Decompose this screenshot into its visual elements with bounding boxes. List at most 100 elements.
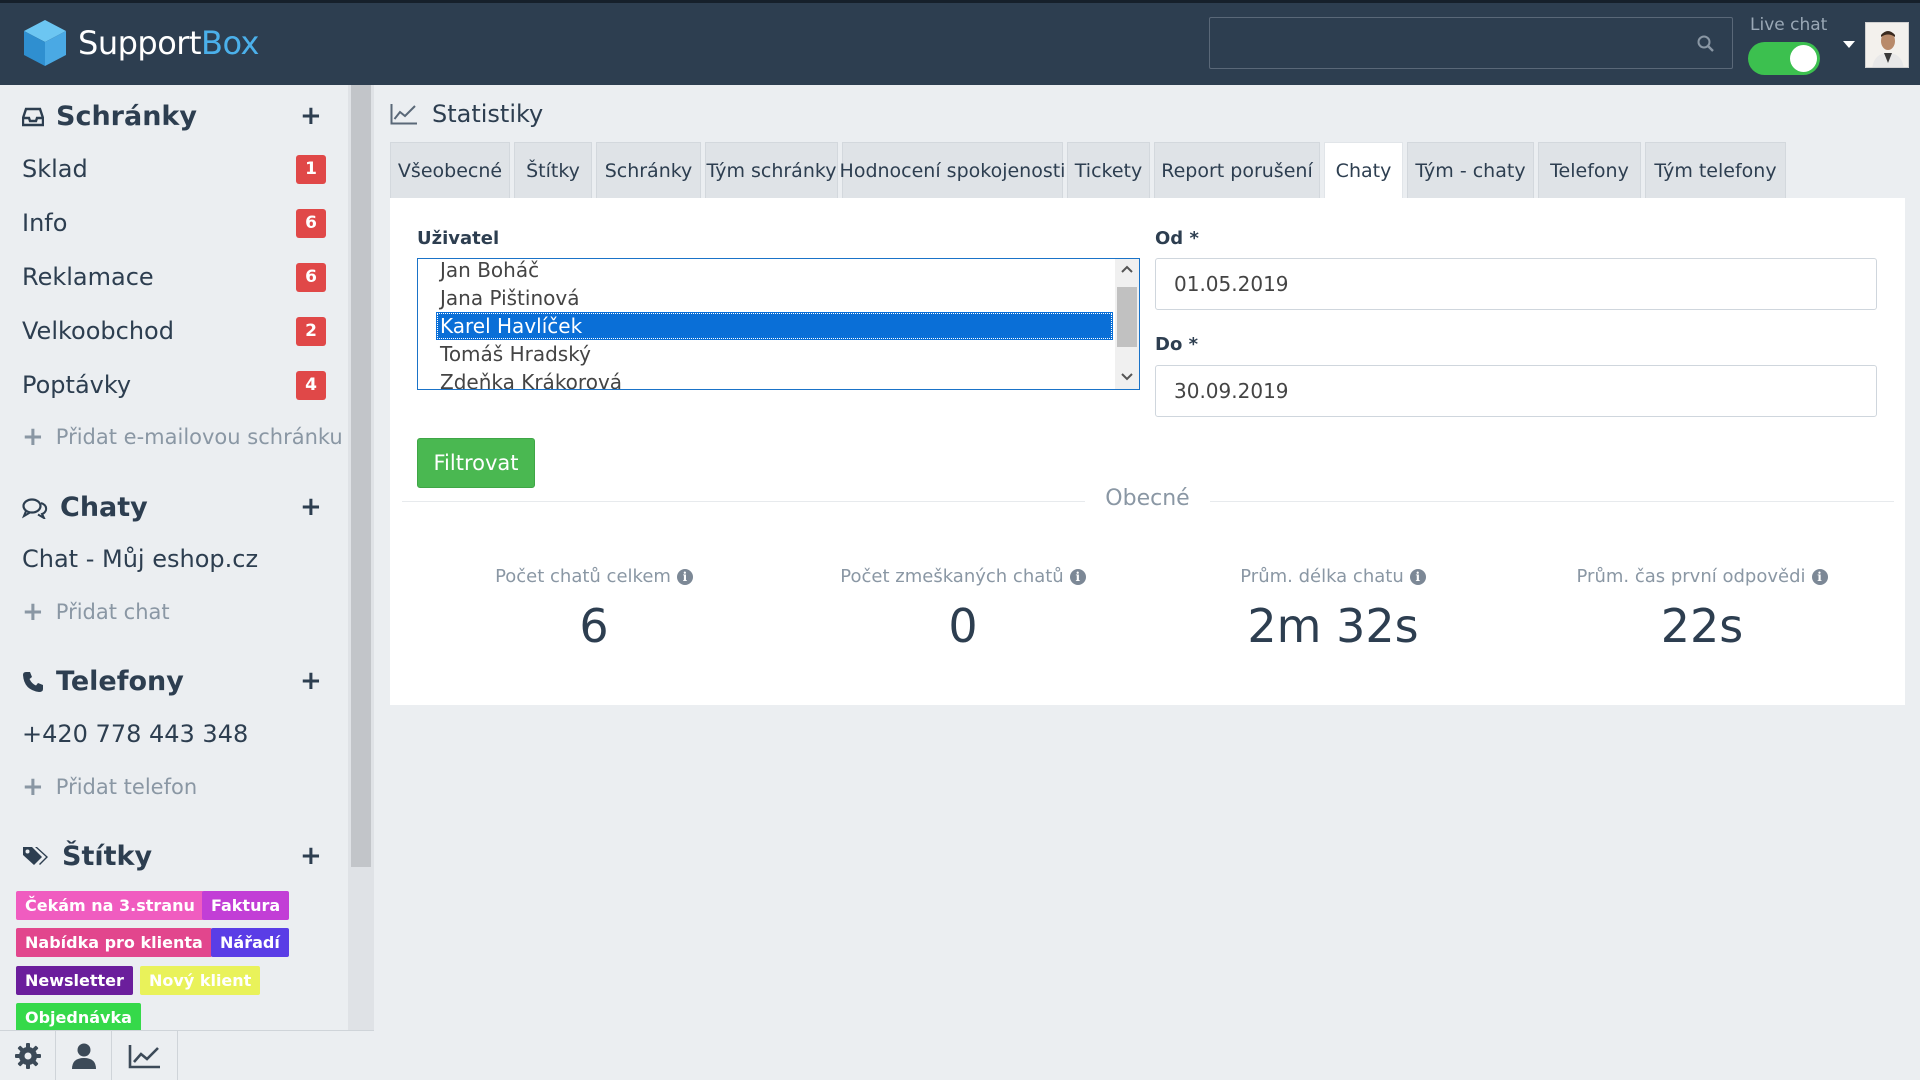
sidebar-item-velkoobchod[interactable]: Velkoobchod [22, 317, 174, 345]
phone-icon [23, 671, 43, 692]
stat-avg-first-response: Prům. čas první odpovědi i 22s [1517, 566, 1887, 653]
user-option[interactable]: Jana Pištinová [436, 284, 1116, 312]
chart-line-icon [390, 104, 417, 125]
toggle-knob [1790, 45, 1817, 72]
chats-heading[interactable]: Chaty [22, 492, 148, 523]
logo[interactable]: SupportBox [22, 18, 259, 68]
stat-value: 2m 32s [1247, 599, 1419, 653]
chevron-up-icon[interactable] [1121, 265, 1133, 273]
top-bar: SupportBox Live chat [0, 0, 1920, 85]
user-option[interactable]: Jan Boháč [436, 259, 1116, 284]
tag-cekam[interactable]: Čekám na 3.stranu [16, 891, 204, 920]
tab-tym-chaty[interactable]: Tým - chaty [1407, 142, 1534, 198]
sidebar: Schránky + Sklad 1 Info 6 Reklamace 6 Ve… [0, 85, 348, 1030]
tag-objednavka[interactable]: Objednávka [16, 1003, 141, 1030]
statistics-button[interactable] [112, 1031, 178, 1080]
user-button[interactable] [56, 1031, 112, 1080]
stat-value: 0 [948, 599, 978, 653]
chevron-down-icon[interactable] [1121, 373, 1133, 381]
sidebar-item-reklamace[interactable]: Reklamace [22, 263, 154, 291]
add-mailbox-button[interactable]: + [300, 103, 322, 129]
tags-icon [23, 846, 48, 865]
user-option[interactable]: Zdeňka Krákorová [436, 368, 1116, 389]
add-chat-button[interactable]: + [300, 494, 322, 520]
section-label: Obecné [1105, 486, 1190, 511]
page-title: Statistiky [390, 100, 543, 128]
user-listbox[interactable]: Jan Boháč Jana Pištinová Karel Havlíček … [417, 258, 1140, 390]
sidebar-item-poptavky[interactable]: Poptávky [22, 371, 131, 399]
settings-button[interactable] [0, 1031, 56, 1080]
sidebar-scrollbar[interactable] [348, 85, 374, 1080]
phones-heading[interactable]: Telefony [22, 666, 184, 697]
livechat-toggle[interactable] [1748, 42, 1820, 75]
tab-schranky[interactable]: Schránky [596, 142, 701, 198]
plus-icon: + [22, 422, 44, 452]
search-input[interactable] [1209, 17, 1733, 69]
tab-report-poruseni[interactable]: Report porušení [1154, 142, 1320, 198]
chat-bubbles-icon [22, 497, 48, 519]
add-chat-link[interactable]: + Přidat chat [22, 599, 170, 625]
listbox-scrollbar-thumb[interactable] [1117, 287, 1137, 347]
listbox-scrollbar[interactable] [1115, 259, 1139, 389]
user-label: Uživatel [417, 228, 500, 249]
chevron-down-icon[interactable] [1843, 41, 1855, 48]
search-icon[interactable] [1696, 34, 1716, 54]
stat-avg-chat-length: Prům. délka chatu i 2m 32s [1148, 566, 1518, 653]
logo-text: SupportBox [78, 24, 259, 62]
add-tag-button[interactable]: + [300, 843, 322, 869]
livechat-label: Live chat [1750, 15, 1828, 35]
info-icon[interactable]: i [1069, 568, 1086, 585]
sidebar-item-sklad[interactable]: Sklad [22, 155, 88, 183]
stat-total-chats: Počet chatů celkem i 6 [409, 566, 779, 653]
sidebar-item-chat-eshop[interactable]: Chat - Můj eshop.cz [22, 545, 258, 573]
chart-line-icon [128, 1045, 160, 1069]
tag-faktura[interactable]: Faktura [202, 891, 290, 920]
inbox-icon [22, 107, 44, 126]
plus-icon: + [22, 597, 44, 627]
tab-tym-schranky[interactable]: Tým schránky [705, 142, 838, 198]
divider-line [402, 501, 1085, 502]
tab-tym-telefony[interactable]: Tým telefony [1645, 142, 1786, 198]
scrollbar-thumb[interactable] [351, 85, 371, 867]
info-icon[interactable]: i [676, 568, 693, 585]
filter-button[interactable]: Filtrovat [417, 438, 535, 488]
mailboxes-heading[interactable]: Schránky [22, 101, 197, 132]
add-mailbox-link[interactable]: + Přidat e-mailovou schránku [22, 424, 343, 450]
stat-value: 6 [579, 599, 609, 653]
gear-icon [14, 1043, 41, 1069]
avatar[interactable] [1865, 22, 1909, 68]
count-badge: 4 [296, 371, 326, 400]
tab-telefony[interactable]: Telefony [1538, 142, 1641, 198]
info-icon[interactable]: i [1409, 568, 1426, 585]
tab-chaty[interactable]: Chaty [1324, 142, 1403, 199]
count-badge: 1 [296, 155, 326, 184]
count-badge: 6 [296, 209, 326, 238]
count-badge: 6 [296, 263, 326, 292]
cube-logo-icon [24, 20, 66, 66]
from-label: Od * [1155, 228, 1199, 249]
add-phone-link[interactable]: + Přidat telefon [22, 774, 197, 800]
stat-value: 22s [1660, 599, 1744, 653]
stat-missed-chats: Počet zmeškaných chatů i 0 [778, 566, 1148, 653]
sidebar-item-phone[interactable]: +420 778 443 348 [22, 720, 248, 748]
tag-novy-klient[interactable]: Nový klient [140, 966, 261, 995]
tag-newsletter[interactable]: Newsletter [16, 966, 133, 995]
from-date-input[interactable]: 01.05.2019 [1155, 258, 1877, 310]
tag-nabidka[interactable]: Nabídka pro klienta [16, 928, 212, 957]
user-photo-icon [1866, 23, 1908, 67]
plus-icon: + [22, 772, 44, 802]
count-badge: 2 [296, 317, 326, 346]
to-date-input[interactable]: 30.09.2019 [1155, 365, 1877, 417]
divider-line [1210, 501, 1894, 502]
tab-hodnoceni-spokojenosti[interactable]: Hodnocení spokojenosti [840, 142, 1065, 198]
info-icon[interactable]: i [1811, 568, 1828, 585]
tab-vseobecne[interactable]: Všeobecné [390, 142, 510, 198]
tab-tickety[interactable]: Tickety [1067, 142, 1150, 198]
tag-naradi[interactable]: Nářadí [211, 928, 289, 957]
add-phone-button[interactable]: + [300, 668, 322, 694]
tags-heading[interactable]: Štítky [22, 841, 152, 872]
tab-stitky[interactable]: Štítky [514, 142, 592, 198]
sidebar-item-info[interactable]: Info [22, 209, 67, 237]
user-option[interactable]: Tomáš Hradský [436, 340, 1116, 368]
user-option-selected[interactable]: Karel Havlíček [436, 312, 1113, 340]
